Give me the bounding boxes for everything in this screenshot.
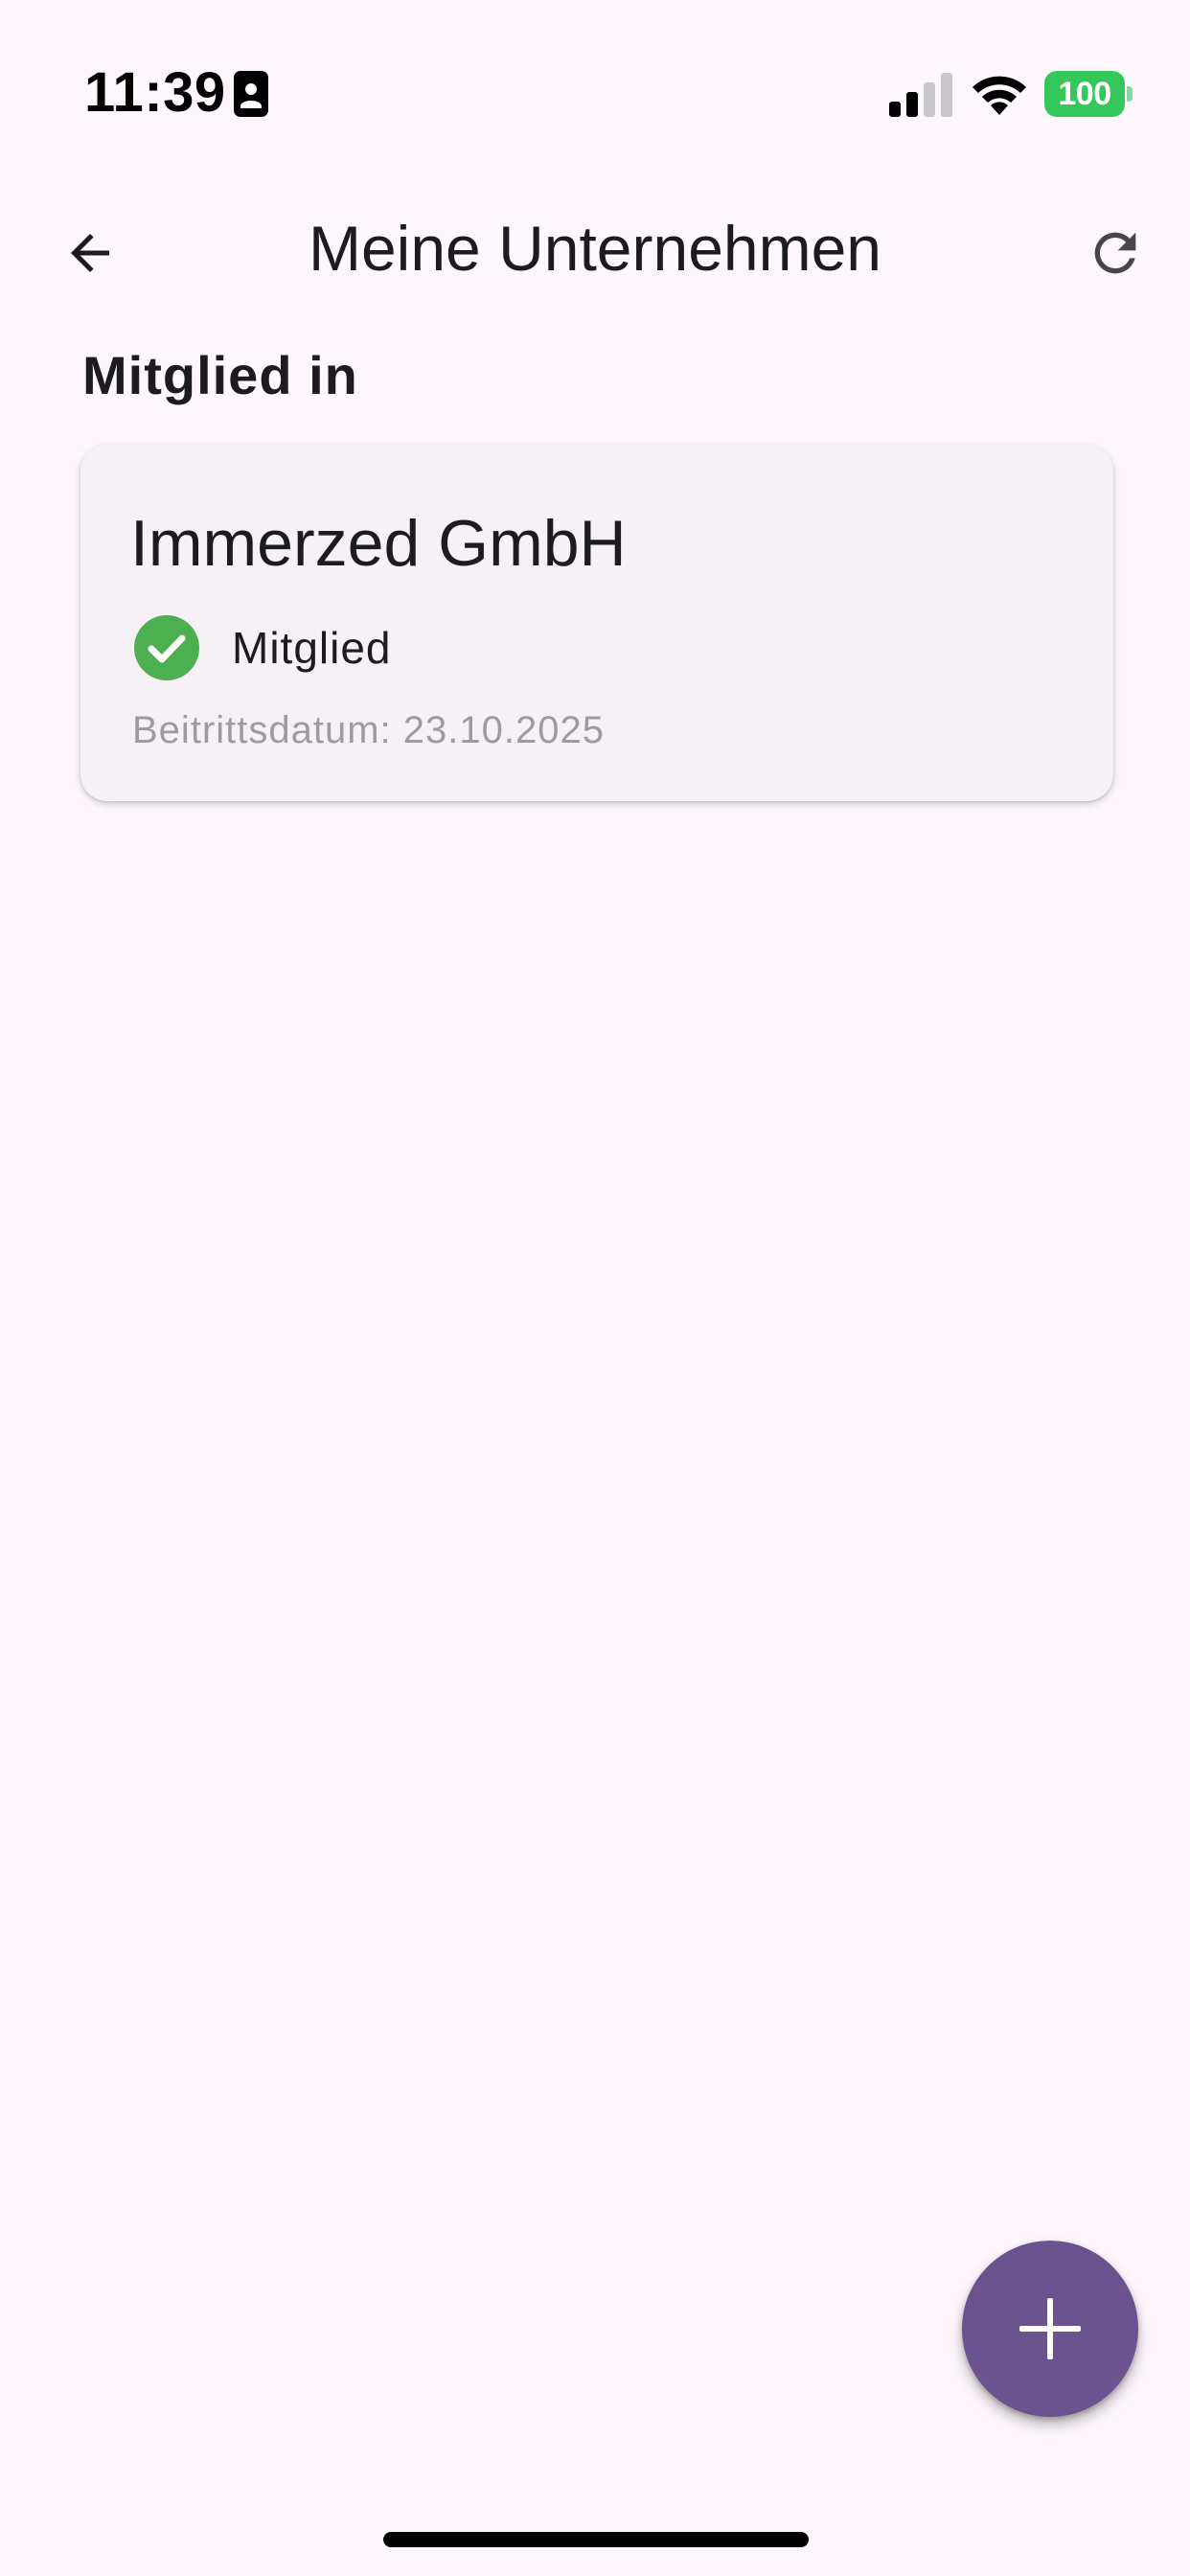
battery-icon: 100	[1044, 71, 1133, 117]
app-bar: Meine Unternehmen	[0, 192, 1190, 307]
back-button[interactable]	[48, 211, 132, 295]
company-card[interactable]: Immerzed GmbH Mitglied Beitrittsdatum: 2…	[80, 445, 1113, 801]
section-heading: Mitglied in	[82, 345, 358, 405]
signal-icon	[889, 73, 952, 117]
join-date: Beitrittsdatum: 23.10.2025	[132, 709, 605, 751]
company-name: Immerzed GmbH	[130, 507, 627, 580]
status-bar: 11:39 100	[0, 0, 1190, 144]
status-label: Mitglied	[232, 623, 392, 673]
status-time: 11:39	[84, 61, 226, 124]
check-circle-icon	[134, 615, 199, 680]
plus-icon	[1019, 2298, 1081, 2359]
battery-tip	[1127, 86, 1133, 102]
refresh-icon	[1094, 232, 1136, 274]
wifi-icon	[973, 76, 1026, 115]
screen: 11:39 100 Meine Unternehmen Mitglied in …	[0, 0, 1190, 2576]
page-title: Meine Unternehmen	[309, 213, 881, 284]
home-indicator[interactable]	[383, 2532, 809, 2547]
refresh-button[interactable]	[1073, 211, 1157, 295]
add-company-button[interactable]	[962, 2241, 1138, 2417]
battery-level: 100	[1044, 71, 1125, 117]
arrow-left-icon	[71, 234, 109, 272]
contact-card-icon	[234, 71, 268, 117]
membership-status: Mitglied	[134, 613, 392, 682]
